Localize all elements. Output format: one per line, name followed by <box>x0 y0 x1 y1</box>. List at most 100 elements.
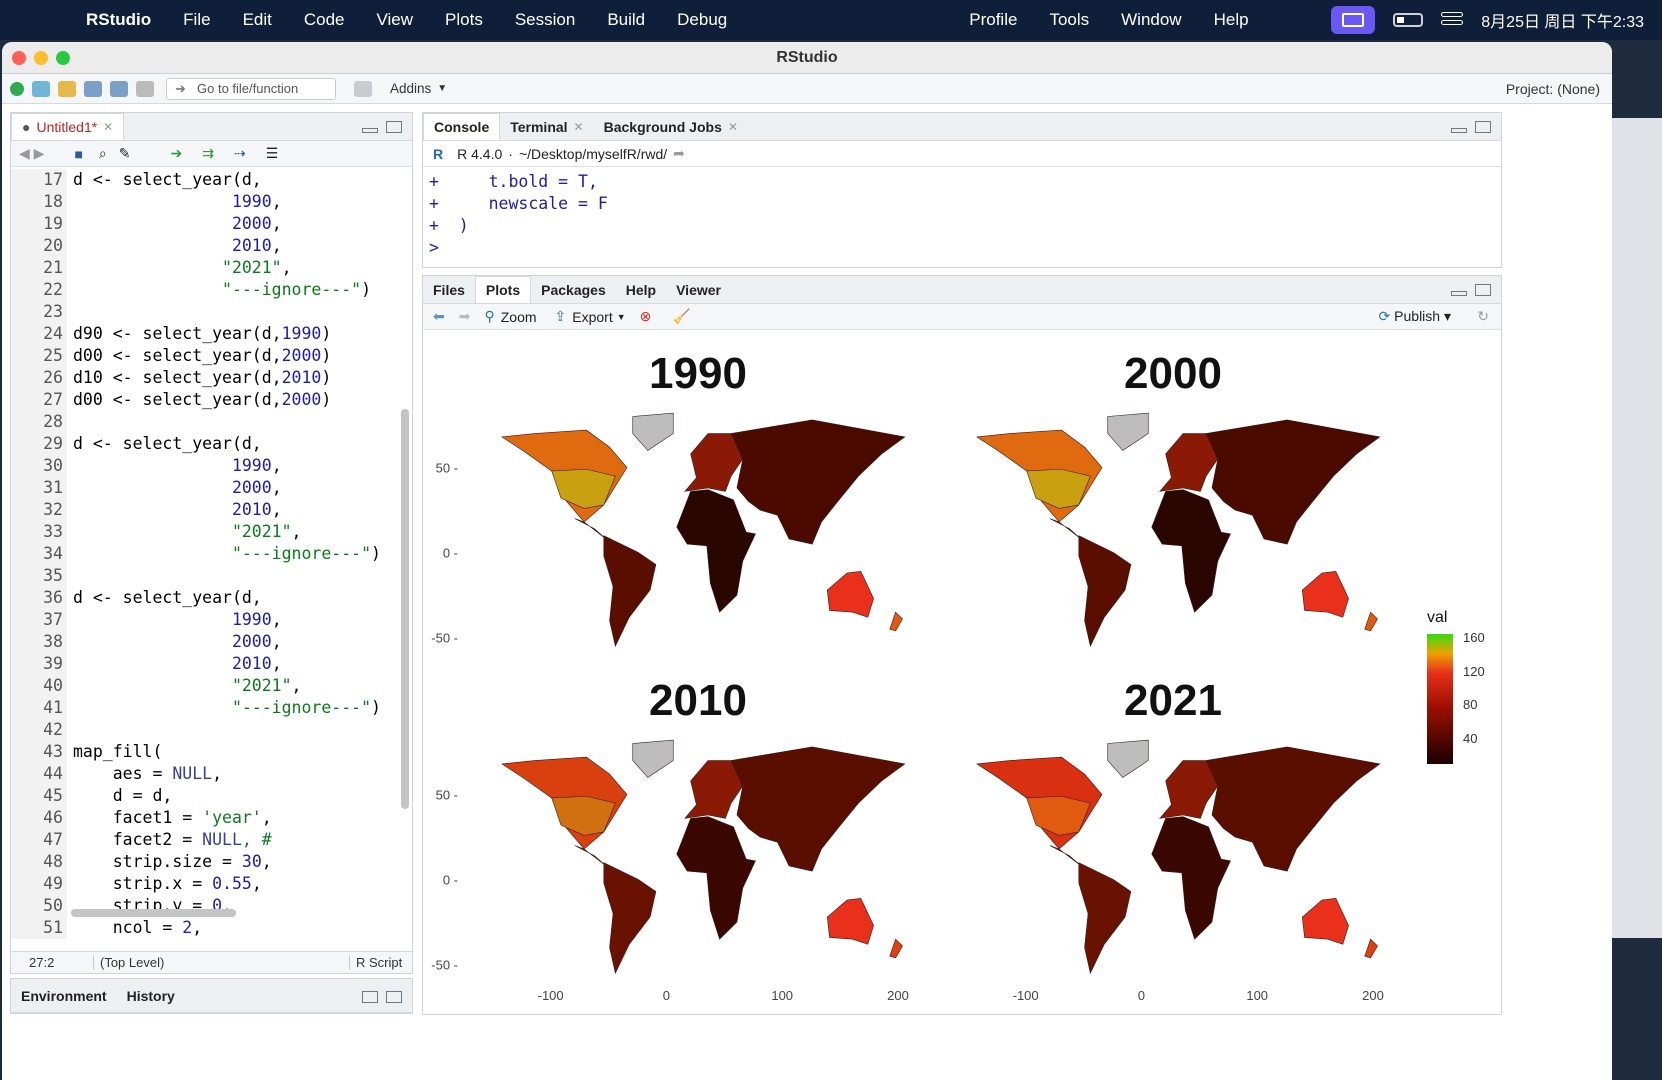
menu-file[interactable]: File <box>183 10 210 30</box>
code-line[interactable]: d <- select_year(d, <box>73 587 397 609</box>
menu-debug[interactable]: Debug <box>677 10 727 30</box>
code-line[interactable] <box>73 719 397 741</box>
code-line[interactable]: 1990, <box>73 455 397 477</box>
code-line[interactable]: 2010, <box>73 499 397 521</box>
prev-plot-icon[interactable]: ⬅ <box>433 308 445 325</box>
code-editor[interactable]: 17 18 19 20 21 22 23 24 25 26 27 28 29 30 31 32 33 34 35 36… <box>11 169 411 939</box>
code-line[interactable]: "---ignore---") <box>73 697 397 719</box>
code-line[interactable]: 2000, <box>73 631 397 653</box>
addins-menu[interactable]: Addins <box>390 81 431 96</box>
print-icon[interactable] <box>136 80 154 97</box>
code-line[interactable]: "2021", <box>73 521 397 543</box>
maximize-pane-icon[interactable] <box>386 121 402 133</box>
menu-app-rstudio[interactable]: RStudio <box>86 10 151 30</box>
code-line[interactable]: d <- select_year(d, <box>73 169 397 191</box>
minimize-pane-icon[interactable] <box>362 128 378 133</box>
zoom-button[interactable]: Zoom <box>501 309 537 325</box>
zoom-icon[interactable]: ⚲ <box>484 308 494 325</box>
menu-session[interactable]: Session <box>515 10 575 30</box>
maximize-pane-icon[interactable] <box>386 991 402 1003</box>
code-line[interactable]: map_fill( <box>73 741 397 763</box>
tab-packages[interactable]: Packages <box>531 276 616 303</box>
code-line[interactable]: facet1 = 'year', <box>73 807 397 829</box>
menu-build[interactable]: Build <box>607 10 645 30</box>
tab-plots[interactable]: Plots <box>474 276 532 303</box>
tab-untitled1[interactable]: ● Untitled1* ✕ <box>11 113 125 140</box>
menu-plots[interactable]: Plots <box>445 10 483 30</box>
tab-console[interactable]: Console <box>423 113 501 140</box>
code-lines[interactable]: d <- select_year(d, 1990, 2000, 2010, "2… <box>73 169 397 939</box>
menubar-clock[interactable]: 8月25日 周日 下午2:33 <box>1481 8 1644 32</box>
close-tab-icon[interactable]: ✕ <box>728 120 738 134</box>
tab-environment[interactable]: Environment <box>11 982 117 1009</box>
code-line[interactable] <box>73 565 397 587</box>
minimize-pane-icon[interactable] <box>1451 128 1467 133</box>
code-line[interactable]: facet2 = NULL, # <box>73 829 397 851</box>
save-icon[interactable] <box>84 80 102 97</box>
screen-mirroring-icon[interactable] <box>1331 6 1376 34</box>
code-line[interactable]: d = d, <box>73 785 397 807</box>
code-line[interactable]: "---ignore---") <box>73 279 397 301</box>
next-plot-icon[interactable]: ➡ <box>459 308 471 325</box>
code-line[interactable]: 1990, <box>73 609 397 631</box>
working-directory[interactable]: ~/Desktop/myselfR/rwd/ <box>519 146 667 162</box>
menu-view[interactable]: View <box>377 10 414 30</box>
control-center-icon[interactable] <box>1441 12 1464 28</box>
tab-history[interactable]: History <box>117 982 185 1009</box>
code-line[interactable]: 2000, <box>73 477 397 499</box>
vertical-scrollbar[interactable] <box>401 409 409 809</box>
open-file-icon[interactable] <box>58 80 76 97</box>
menu-edit[interactable]: Edit <box>243 10 272 30</box>
code-line[interactable]: "---ignore---") <box>73 543 397 565</box>
scope-menu[interactable]: (Top Level) <box>93 955 349 970</box>
file-type-menu[interactable]: R Script <box>349 955 402 970</box>
new-file-icon[interactable] <box>10 81 24 96</box>
code-line[interactable]: strip.size = 30, <box>73 851 397 873</box>
export-icon[interactable]: ⇪ <box>555 308 567 325</box>
export-button[interactable]: Export <box>572 309 612 325</box>
restore-pane-icon[interactable] <box>362 991 378 1003</box>
code-line[interactable]: d90 <- select_year(d,1990) <box>73 323 397 345</box>
workspace-panes-icon[interactable] <box>354 80 372 97</box>
code-line[interactable]: "2021", <box>73 257 397 279</box>
close-tab-icon[interactable]: ✕ <box>574 120 584 134</box>
console-output[interactable]: + t.bold = T, + newscale = F + ) > <box>423 167 1501 263</box>
minimize-pane-icon[interactable] <box>1451 291 1467 296</box>
menu-window[interactable]: Window <box>1121 10 1181 30</box>
code-tools-icon[interactable]: ✎ <box>119 145 131 162</box>
close-window-button[interactable] <box>12 51 26 65</box>
code-line[interactable]: aes = NULL, <box>73 763 397 785</box>
tab-viewer[interactable]: Viewer <box>666 276 731 303</box>
battery-icon[interactable] <box>1393 13 1424 27</box>
menu-help[interactable]: Help <box>1214 10 1249 30</box>
publish-button[interactable]: ⟳ Publish ▾ <box>1379 308 1451 325</box>
code-line[interactable] <box>73 411 397 433</box>
horizontal-scrollbar[interactable] <box>71 909 236 917</box>
menu-profile[interactable]: Profile <box>969 10 1017 30</box>
save-all-icon[interactable] <box>110 80 128 97</box>
tab-background-jobs[interactable]: Background Jobs ✕ <box>594 113 748 140</box>
code-line[interactable]: 1990, <box>73 191 397 213</box>
code-line[interactable]: 2010, <box>73 235 397 257</box>
source-icon[interactable]: ⇢ <box>234 145 246 162</box>
goto-directory-icon[interactable]: ➦ <box>673 145 685 162</box>
code-line[interactable]: strip.x = 0.55, <box>73 873 397 895</box>
code-line[interactable]: d10 <- select_year(d,2010) <box>73 367 397 389</box>
code-line[interactable]: d <- select_year(d, <box>73 433 397 455</box>
code-line[interactable]: d00 <- select_year(d,2000) <box>73 389 397 411</box>
refresh-icon[interactable]: ↻ <box>1477 308 1489 325</box>
zoom-window-button[interactable] <box>56 51 70 65</box>
search-icon[interactable]: ⌕ <box>99 145 107 162</box>
tab-terminal[interactable]: Terminal ✕ <box>500 113 593 140</box>
menu-code[interactable]: Code <box>304 10 345 30</box>
code-line[interactable] <box>73 301 397 323</box>
menu-tools[interactable]: Tools <box>1049 10 1089 30</box>
code-line[interactable]: 2010, <box>73 653 397 675</box>
code-line[interactable]: 2000, <box>73 213 397 235</box>
save-file-icon[interactable]: ■ <box>74 146 82 162</box>
minimize-window-button[interactable] <box>34 51 48 65</box>
project-menu[interactable]: Project: (None) <box>1506 81 1600 97</box>
tab-files[interactable]: Files <box>423 276 475 303</box>
code-line[interactable]: d00 <- select_year(d,2000) <box>73 345 397 367</box>
rerun-icon[interactable]: ⇉ <box>202 145 214 162</box>
